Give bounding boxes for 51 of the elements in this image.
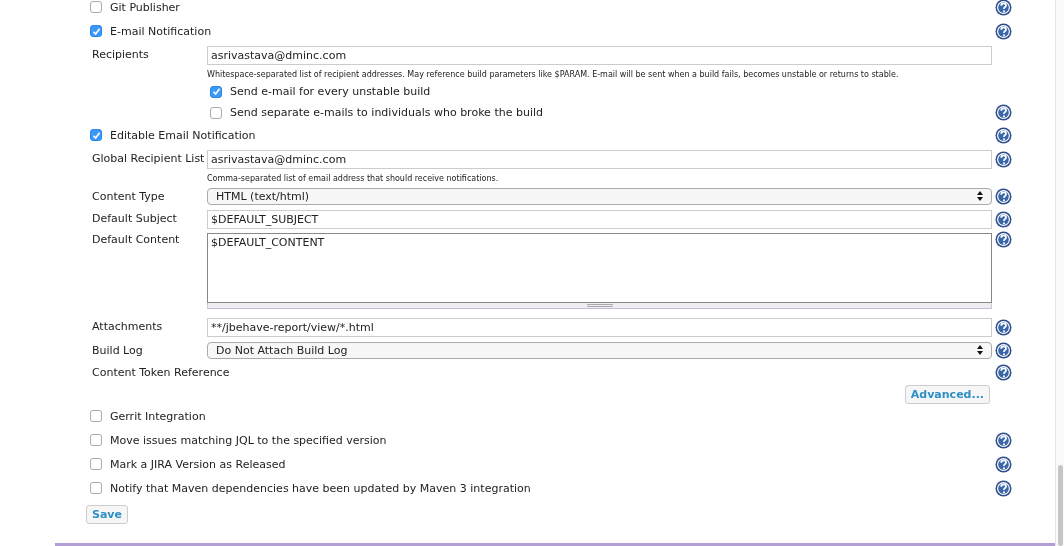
checkbox[interactable] xyxy=(90,1,102,13)
help-icon[interactable] xyxy=(995,341,1012,359)
field-label: Global Recipient List xyxy=(91,150,206,165)
help-icon[interactable] xyxy=(995,318,1012,336)
help-icon[interactable] xyxy=(995,22,1012,40)
input-field[interactable]: $DEFAULT_SUBJECT xyxy=(207,209,992,229)
dropdown[interactable]: Do Not Attach Build Log xyxy=(207,341,992,359)
input-field[interactable]: asrivastava@dminc.com xyxy=(207,45,992,65)
input-field[interactable]: asrivastava@dminc.com xyxy=(207,149,992,169)
dropdown[interactable]: HTML (text/html) xyxy=(207,187,992,205)
checkbox-label: Send separate e-mails to individuals who broke the build xyxy=(230,106,543,119)
updown-icon xyxy=(977,191,983,201)
help-icon[interactable] xyxy=(995,364,1012,381)
checkbox-label: Notify that Maven dependencies have been updated by Maven 3 integration xyxy=(110,481,531,495)
checkbox-label: E-mail Notification xyxy=(110,24,212,38)
text-area[interactable]: $DEFAULT_CONTENT xyxy=(207,233,992,303)
checkbox[interactable] xyxy=(210,106,222,119)
checkbox-label: Move issues matching JQL to the specified version xyxy=(110,433,387,447)
help-icon[interactable] xyxy=(995,431,1012,449)
help-icon[interactable] xyxy=(995,104,1012,121)
checkbox[interactable] xyxy=(90,482,102,494)
checkbox[interactable] xyxy=(210,85,222,98)
help-text: Whitespace-separated list of recipient addresses. May reference build parameters like $PARAM. E-mail will be sent when a build fails, becomes unstable or returns to stable. xyxy=(207,69,899,79)
checkbox[interactable] xyxy=(90,458,102,470)
help-icon[interactable] xyxy=(995,150,1012,168)
checkbox[interactable] xyxy=(90,129,102,141)
checkbox[interactable] xyxy=(90,410,102,422)
field-label: Default Subject xyxy=(91,210,178,225)
checkbox-label: Mark a JIRA Version as Released xyxy=(110,457,286,471)
help-text: Comma-separated list of email address that should receive notifications. xyxy=(207,173,499,183)
help-icon[interactable] xyxy=(995,455,1012,473)
updown-icon xyxy=(977,345,983,355)
checkbox-label: Editable Email Notification xyxy=(110,128,256,142)
checkbox[interactable] xyxy=(90,25,102,37)
help-icon[interactable] xyxy=(995,231,1012,248)
help-icon[interactable] xyxy=(995,126,1012,144)
field-label: Content Type xyxy=(91,189,166,203)
checkbox-label: Gerrit Integration xyxy=(110,409,206,423)
help-icon[interactable] xyxy=(995,479,1012,497)
field-label: Build Log xyxy=(91,343,144,357)
help-icon[interactable] xyxy=(995,210,1012,228)
checkbox[interactable] xyxy=(90,434,102,446)
help-icon[interactable] xyxy=(995,187,1012,205)
help-icon[interactable] xyxy=(995,0,1012,16)
field-label: Attachments xyxy=(91,318,164,333)
checkbox-label: Send e-mail for every unstable build xyxy=(230,85,431,98)
field-label: Recipients xyxy=(91,46,150,61)
checkbox-label: Git Publisher xyxy=(110,0,180,14)
field-label: Default Content xyxy=(91,233,181,246)
section-label: Content Token Reference xyxy=(91,366,230,379)
input-field[interactable]: **/jbehave-report/view/*.html xyxy=(207,317,992,337)
